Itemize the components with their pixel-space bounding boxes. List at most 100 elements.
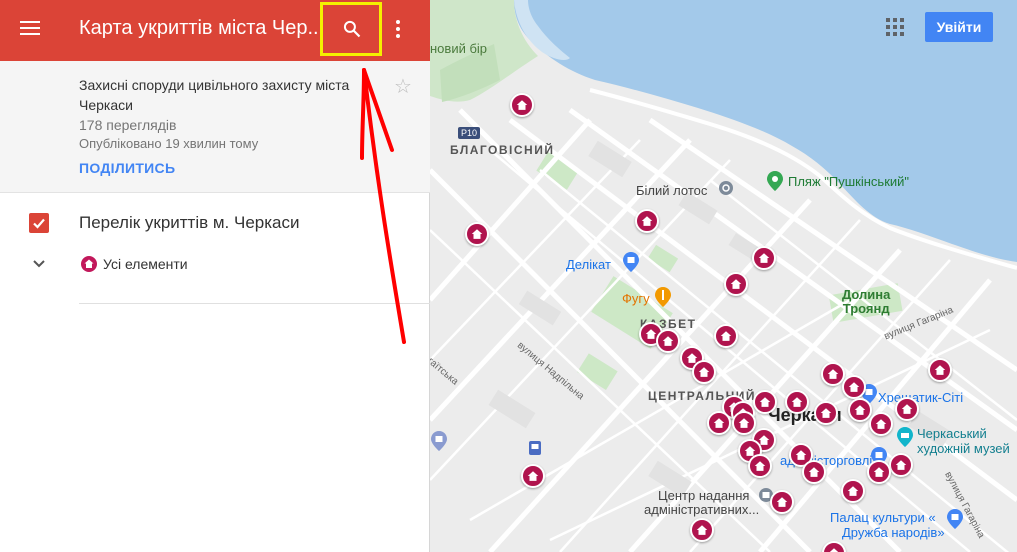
home-icon bbox=[696, 525, 708, 535]
home-icon bbox=[758, 253, 770, 263]
shelter-marker[interactable] bbox=[928, 358, 952, 382]
shelter-marker[interactable] bbox=[521, 464, 545, 488]
home-icon bbox=[820, 408, 832, 418]
home-icon bbox=[730, 279, 742, 289]
map-info-section: Захисні споруди цивільного захисту міста… bbox=[0, 61, 430, 193]
place-of-worship-icon[interactable] bbox=[718, 180, 734, 201]
home-icon bbox=[901, 404, 913, 414]
home-icon bbox=[808, 467, 820, 477]
panel-header: Карта укриттів міста Чер... bbox=[0, 0, 430, 61]
home-icon bbox=[829, 548, 839, 552]
home-icon bbox=[713, 418, 725, 428]
search-icon bbox=[343, 20, 361, 38]
share-button[interactable]: ПОДІЛИТИСЬ bbox=[79, 160, 175, 176]
shelter-marker[interactable] bbox=[714, 324, 738, 348]
home-icon bbox=[759, 397, 771, 407]
shelter-marker[interactable] bbox=[869, 412, 893, 436]
shelter-marker[interactable] bbox=[821, 362, 845, 386]
map-label-palace-line-1: Палац культури « bbox=[830, 510, 936, 525]
home-icon bbox=[875, 419, 887, 429]
map-label-dolyna-line-1: Долина bbox=[842, 287, 891, 302]
map-label-delikat: Делікат bbox=[566, 257, 611, 272]
home-icon bbox=[873, 467, 885, 477]
search-button[interactable] bbox=[320, 2, 382, 56]
view-count: 178 переглядів bbox=[79, 117, 177, 133]
sign-in-button[interactable]: Увійти bbox=[925, 12, 993, 42]
map-legend-panel: Карта укриттів міста Чер... Захисні спор… bbox=[0, 0, 430, 552]
shelter-marker[interactable] bbox=[895, 397, 919, 421]
shelter-marker[interactable] bbox=[752, 246, 776, 270]
more-vert-icon[interactable] bbox=[389, 16, 407, 42]
published-time: Опубліковано 19 хвилин тому bbox=[79, 136, 259, 151]
shelter-marker[interactable] bbox=[707, 411, 731, 435]
home-icon bbox=[662, 336, 674, 346]
apps-grid-icon[interactable] bbox=[886, 18, 904, 36]
chevron-down-icon[interactable] bbox=[30, 256, 48, 272]
map-label-bilyi-lotos: Білий лотос bbox=[636, 183, 708, 198]
home-icon bbox=[738, 418, 750, 428]
home-icon bbox=[854, 405, 866, 415]
home-icon bbox=[895, 460, 907, 470]
shelter-marker[interactable] bbox=[802, 460, 826, 484]
map-label-fugu: Фугу bbox=[622, 291, 650, 306]
home-icon bbox=[641, 216, 653, 226]
home-icon bbox=[827, 369, 839, 379]
shopping-icon[interactable] bbox=[622, 251, 640, 278]
map-label-palace-line-2: Дружба народів» bbox=[842, 525, 945, 540]
home-icon bbox=[698, 367, 710, 377]
map-label-cnap-line-2: адміністративних... bbox=[644, 502, 760, 517]
map-label-khreshchatyk: Хрещатик-Сіті bbox=[878, 390, 964, 405]
map-label-forest: новий бір bbox=[430, 41, 488, 56]
map-title: Карта укриттів міста Чер... bbox=[79, 17, 325, 39]
map-description: Захисні споруди цивільного захисту міста… bbox=[79, 77, 350, 113]
shelter-marker[interactable] bbox=[690, 518, 714, 542]
shelter-marker[interactable] bbox=[724, 272, 748, 296]
shopping-icon[interactable] bbox=[946, 508, 964, 535]
bus-stop-icon[interactable] bbox=[528, 440, 542, 461]
shelter-marker[interactable] bbox=[732, 411, 756, 435]
road-badge: Р10 bbox=[458, 127, 481, 139]
restaurant-icon[interactable] bbox=[654, 286, 672, 313]
shelter-marker[interactable] bbox=[814, 401, 838, 425]
home-icon bbox=[791, 397, 803, 407]
star-icon[interactable]: ☆ bbox=[394, 75, 412, 99]
home-icon bbox=[934, 365, 946, 375]
shelter-marker[interactable] bbox=[867, 460, 891, 484]
map-label-cnap-line-1: Центр надання bbox=[658, 488, 750, 503]
home-icon bbox=[471, 229, 483, 239]
shelter-marker[interactable] bbox=[785, 390, 809, 414]
shelter-marker[interactable] bbox=[748, 454, 772, 478]
shelter-marker[interactable] bbox=[841, 479, 865, 503]
shelter-marker[interactable] bbox=[656, 329, 680, 353]
map-label-beach: Пляж "Пушкінський" bbox=[788, 174, 910, 189]
shelter-marker[interactable] bbox=[635, 209, 659, 233]
shelter-marker[interactable] bbox=[848, 398, 872, 422]
layer-checkbox[interactable] bbox=[29, 213, 49, 233]
shelter-marker[interactable] bbox=[753, 390, 777, 414]
layer-item-label: Усі елементи bbox=[103, 256, 188, 272]
shelter-marker[interactable] bbox=[510, 93, 534, 117]
map-label-museum-line-2: художній музей bbox=[917, 441, 1010, 456]
shopping-icon[interactable] bbox=[430, 430, 448, 457]
shelter-marker[interactable] bbox=[842, 375, 866, 399]
map-canvas[interactable]: новий бір Р10 БЛАГОВІСНИЙ Білий лотос Пл… bbox=[430, 0, 1017, 552]
checkmark-icon bbox=[33, 218, 45, 229]
home-icon bbox=[754, 461, 766, 471]
home-icon bbox=[720, 331, 732, 341]
menu-icon[interactable] bbox=[20, 19, 42, 39]
home-icon bbox=[516, 100, 528, 110]
shelter-marker[interactable] bbox=[465, 222, 489, 246]
layer-title[interactable]: Перелік укриттів м. Черкаси bbox=[79, 213, 300, 233]
home-icon bbox=[776, 497, 788, 507]
museum-icon[interactable] bbox=[896, 426, 914, 453]
home-marker-icon bbox=[81, 256, 97, 272]
home-icon bbox=[848, 382, 860, 392]
shelter-marker[interactable] bbox=[889, 453, 913, 477]
divider bbox=[79, 303, 430, 304]
shelter-marker[interactable] bbox=[692, 360, 716, 384]
home-icon bbox=[795, 450, 807, 460]
beach-icon[interactable] bbox=[766, 170, 784, 197]
home-icon bbox=[847, 486, 859, 496]
shelter-marker[interactable] bbox=[770, 490, 794, 514]
map-base bbox=[430, 0, 1017, 552]
